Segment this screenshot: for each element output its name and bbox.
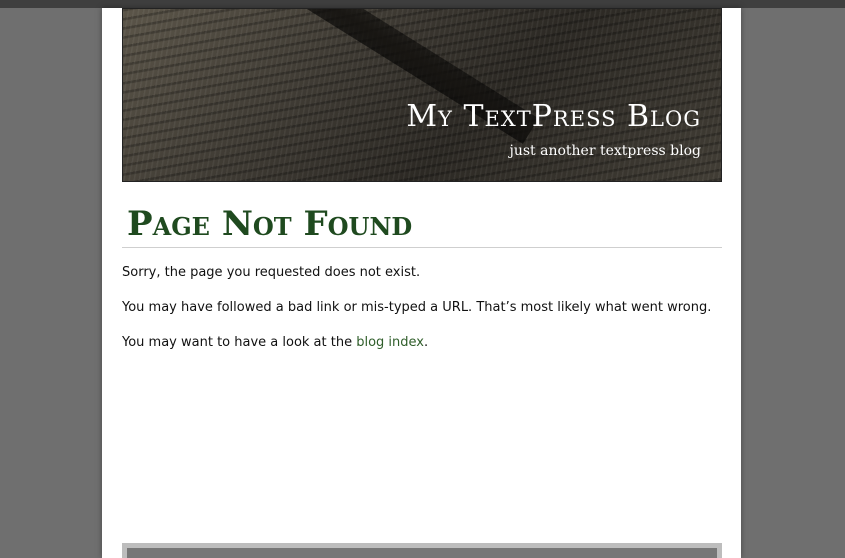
page-container: My TextPress Blog just another textpress…: [102, 8, 741, 558]
page-title: Page Not Found: [127, 204, 413, 244]
suggestion-suffix: .: [424, 335, 429, 350]
footer-bar: [122, 543, 722, 558]
error-explanation: You may have followed a bad link or mis-…: [122, 300, 712, 315]
site-tagline: just another textpress blog: [509, 143, 701, 159]
footer-inner: [127, 548, 717, 558]
blog-index-link[interactable]: blog index: [356, 335, 424, 350]
error-message: Sorry, the page you requested does not e…: [122, 265, 421, 280]
suggestion-prefix: You may want to have a look at the: [122, 335, 357, 350]
site-title[interactable]: My TextPress Blog: [406, 99, 701, 134]
browser-top-bar: [0, 0, 845, 8]
title-divider: [122, 247, 722, 248]
blog-index-suggestion: You may want to have a look at the blog …: [122, 335, 428, 350]
site-header-banner: My TextPress Blog just another textpress…: [122, 8, 722, 182]
